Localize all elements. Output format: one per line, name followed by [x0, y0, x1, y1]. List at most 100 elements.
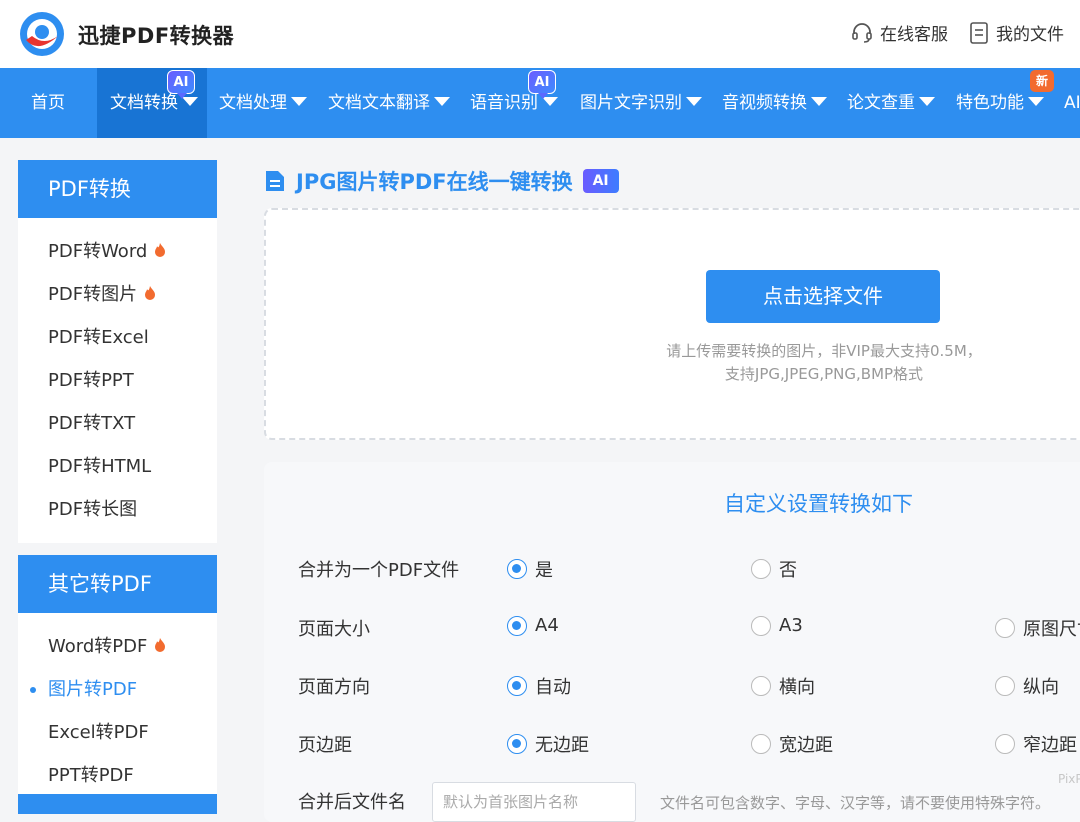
sidebar-item-label: 图片转PDF: [48, 679, 138, 700]
page-size-label: 页面大小: [298, 619, 370, 640]
watermark: PixP: [1058, 772, 1080, 786]
option-label: 横向: [779, 677, 815, 698]
sidebar-item-pdf-to-html[interactable]: PDF转HTML: [18, 445, 217, 488]
chevron-down-icon: [919, 96, 935, 106]
nav-item-label: 特色功能: [956, 93, 1024, 113]
settings-panel: 自定义设置转换如下 合并为一个PDF文件 是 否 页面大小 A4 A3 原图尺寸…: [264, 462, 1080, 822]
nav-item-label: 图片文字识别: [580, 93, 682, 113]
ai-badge: AI: [167, 70, 195, 99]
orientation-auto-radio[interactable]: 自动: [507, 673, 571, 699]
brand-name[interactable]: 迅捷PDF转换器: [78, 20, 234, 50]
nav-item-label: 语音识别: [470, 93, 538, 113]
orientation-portrait-radio[interactable]: 纵向: [995, 673, 1059, 699]
sidebar-item-ppt-to-pdf[interactable]: PPT转PDF: [18, 754, 217, 797]
online-service-link[interactable]: 在线客服: [850, 20, 948, 45]
chevron-down-icon: [686, 96, 702, 106]
settings-title: 自定义设置转换如下: [724, 492, 913, 516]
ai-badge: AI: [528, 70, 556, 99]
nav-item-features[interactable]: 特色功能 新: [956, 68, 1054, 138]
page-size-original-radio[interactable]: 原图尺寸: [995, 615, 1080, 641]
margin-label: 页边距: [298, 735, 352, 756]
option-label: 宽边距: [779, 735, 833, 756]
sidebar-item-label: PDF转Word: [48, 241, 148, 262]
option-label: A3: [779, 615, 803, 636]
my-files-label: 我的文件: [996, 25, 1064, 45]
nav-item-ocr[interactable]: 图片文字识别: [580, 68, 702, 138]
page-size-a3-radio[interactable]: A3: [751, 615, 803, 636]
option-label: 窄边距: [1023, 735, 1077, 756]
nav-item-label: AI: [1064, 93, 1080, 113]
upload-dropzone[interactable]: 点击选择文件 请上传需要转换的图片，非VIP最大支持0.5M， 支持JPG,JP…: [264, 208, 1080, 440]
main-nav: 首页 文档转换 AI 文档处理 文档文本翻译 语音识别 AI 图片文字识别 音视…: [0, 68, 1080, 138]
page-title: JPG图片转PDF在线一键转换 AI: [264, 166, 619, 196]
orientation-landscape-radio[interactable]: 横向: [751, 673, 815, 699]
my-files-link[interactable]: 我的文件: [968, 20, 1064, 45]
nav-item-label: 论文查重: [847, 93, 915, 113]
nav-item-document-process[interactable]: 文档处理: [219, 68, 307, 138]
logo-icon[interactable]: [18, 10, 66, 58]
sidebar-item-excel-to-pdf[interactable]: Excel转PDF: [18, 711, 217, 754]
margin-wide-radio[interactable]: 宽边距: [751, 731, 833, 757]
option-label: 是: [535, 560, 553, 581]
ai-badge: AI: [582, 169, 619, 193]
option-label: 原图尺寸: [1023, 619, 1080, 640]
nav-item-label: 文档文本翻译: [328, 93, 430, 113]
margin-none-radio[interactable]: 无边距: [507, 731, 589, 757]
nav-item-ai[interactable]: AI: [1064, 68, 1080, 138]
nav-item-speech[interactable]: 语音识别 AI: [470, 68, 558, 138]
sidebar-item-label: PDF转长图: [48, 499, 138, 520]
chevron-down-icon: [811, 96, 827, 106]
page-title-text: JPG图片转PDF在线一键转换: [296, 170, 573, 194]
nav-item-label: 文档处理: [219, 93, 287, 113]
radio-unchecked-icon: [751, 676, 771, 696]
radio-unchecked-icon: [995, 734, 1015, 754]
online-service-label: 在线客服: [880, 25, 948, 45]
page-size-a4-radio[interactable]: A4: [507, 615, 559, 636]
sidebar-next-group-header: [18, 794, 217, 814]
document-icon: [266, 171, 284, 191]
sidebar-item-label: PDF转HTML: [48, 456, 152, 477]
sidebar-item-label: PDF转PPT: [48, 370, 134, 391]
filename-note: 文件名可包含数字、字母、汉字等，请不要使用特殊字符。: [660, 794, 1051, 812]
merge-label: 合并为一个PDF文件: [298, 560, 460, 581]
chevron-down-icon: [291, 96, 307, 106]
nav-item-document-convert[interactable]: 文档转换 AI: [97, 68, 207, 138]
option-label: 无边距: [535, 735, 589, 756]
radio-unchecked-icon: [751, 734, 771, 754]
nav-item-label: 首页: [31, 93, 65, 113]
select-file-button[interactable]: 点击选择文件: [706, 270, 940, 323]
sidebar-item-pdf-to-txt[interactable]: PDF转TXT: [18, 402, 217, 445]
nav-item-home[interactable]: 首页: [0, 68, 96, 138]
sidebar-item-label: PDF转TXT: [48, 413, 136, 434]
option-label: 纵向: [1023, 677, 1059, 698]
radio-unchecked-icon: [751, 559, 771, 579]
sidebar-item-pdf-to-excel[interactable]: PDF转Excel: [18, 316, 217, 359]
sidebar-item-image-to-pdf[interactable]: 图片转PDF: [18, 668, 217, 711]
sidebar-item-word-to-pdf[interactable]: Word转PDF: [18, 625, 217, 668]
fire-icon: [155, 638, 166, 652]
sidebar-item-pdf-to-word[interactable]: PDF转Word: [18, 230, 217, 273]
margin-narrow-radio[interactable]: 窄边距: [995, 731, 1077, 757]
nav-item-av-convert[interactable]: 音视频转换: [722, 68, 827, 138]
upload-hint-line: 支持JPG,JPEG,PNG,BMP格式: [724, 365, 924, 383]
nav-item-translate[interactable]: 文档文本翻译: [328, 68, 450, 138]
radio-checked-icon: [507, 676, 527, 696]
option-label: 自动: [535, 677, 571, 698]
headset-icon: [852, 22, 872, 43]
nav-item-plagiarism[interactable]: 论文查重: [847, 68, 935, 138]
option-label: A4: [535, 615, 559, 636]
top-header: 迅捷PDF转换器 在线客服 我的文件: [0, 0, 1080, 68]
filename-input[interactable]: [432, 782, 636, 822]
sidebar-group-list: PDF转Word PDF转图片 PDF转Excel PDF转PPT PDF转TX…: [18, 218, 217, 543]
merge-no-radio[interactable]: 否: [751, 556, 797, 582]
merge-yes-radio[interactable]: 是: [507, 556, 553, 582]
radio-checked-icon: [507, 559, 527, 579]
radio-unchecked-icon: [995, 618, 1015, 638]
sidebar-item-pdf-to-ppt[interactable]: PDF转PPT: [18, 359, 217, 402]
upload-hint-line: 请上传需要转换的图片，非VIP最大支持0.5M，: [666, 342, 982, 360]
orientation-label: 页面方向: [298, 677, 370, 698]
upload-hint: 请上传需要转换的图片，非VIP最大支持0.5M， 支持JPG,JPEG,PNG,…: [566, 340, 1080, 386]
chevron-down-icon: [434, 96, 450, 106]
sidebar-item-pdf-to-long-image[interactable]: PDF转长图: [18, 488, 217, 531]
sidebar-item-pdf-to-image[interactable]: PDF转图片: [18, 273, 217, 316]
